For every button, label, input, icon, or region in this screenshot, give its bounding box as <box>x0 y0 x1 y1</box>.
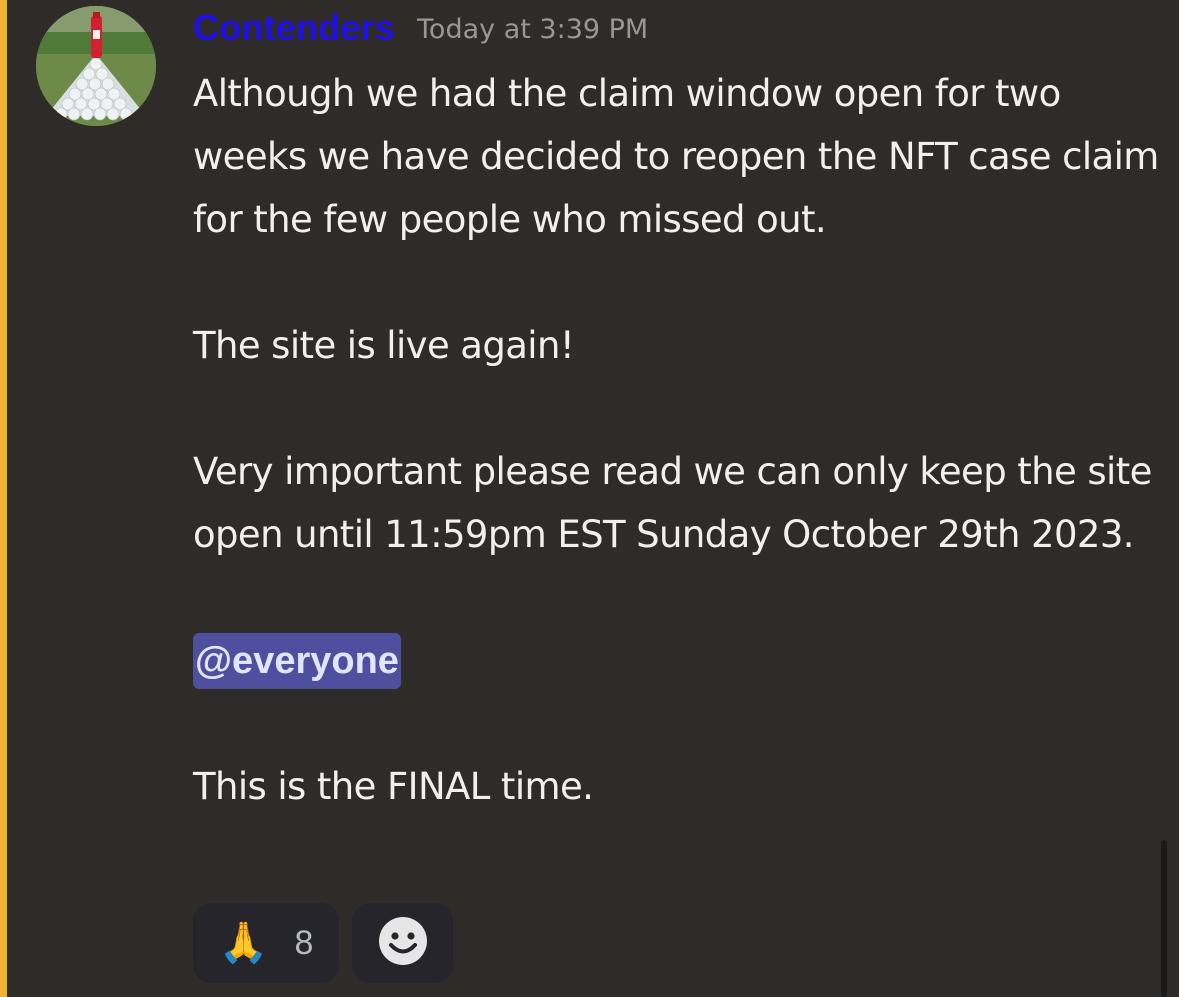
message-header: Contenders Today at 3:39 PM <box>193 4 648 52</box>
everyone-mention[interactable]: @everyone <box>193 633 401 689</box>
reaction-pray-button[interactable]: 🙏 8 <box>193 903 339 983</box>
message-paragraph-final: This is the FINAL time. <box>193 765 594 808</box>
add-reaction-button[interactable] <box>352 903 453 983</box>
message-body: Although we had the claim window open fo… <box>193 62 1168 818</box>
avatar[interactable] <box>36 6 156 126</box>
avatar-image <box>36 6 156 126</box>
chat-message: Contenders Today at 3:39 PM Although we h… <box>0 0 1179 997</box>
reaction-count: 8 <box>294 923 314 962</box>
scrollbar-thumb[interactable] <box>1161 840 1167 997</box>
message-paragraph: The site is live again! <box>193 324 575 367</box>
mention-line: @everyone <box>193 629 1168 692</box>
message-paragraph: Although we had the claim window open fo… <box>193 72 1159 241</box>
reactions-bar: 🙏 8 <box>193 903 453 983</box>
folded-hands-icon: 🙏 <box>218 920 269 966</box>
smiley-add-reaction-icon <box>378 916 428 970</box>
author-username[interactable]: Contenders <box>193 7 395 48</box>
message-timestamp: Today at 3:39 PM <box>417 14 649 45</box>
message-paragraph: Very important please read we can only k… <box>193 450 1152 556</box>
